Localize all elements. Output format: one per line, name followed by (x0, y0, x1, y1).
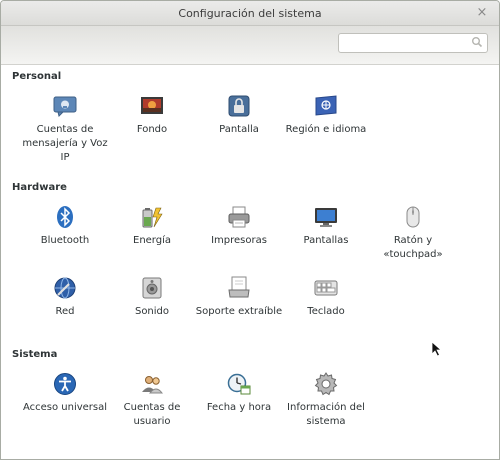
item-label: Pantallas (303, 235, 349, 246)
item-label: Información del sistema (287, 402, 365, 427)
removable-media-icon (228, 276, 250, 298)
search-box[interactable] (338, 33, 488, 53)
universal-access-icon (54, 373, 76, 395)
window-title: Configuración del sistema (178, 7, 322, 20)
item-label: Fecha y hora (206, 402, 272, 413)
item-bluetooth[interactable]: Bluetooth (20, 205, 110, 248)
keyboard-icon (314, 280, 338, 296)
item-label: Cuentas de mensajería y Voz IP (22, 124, 108, 163)
region-flag-icon (315, 95, 337, 116)
network-globe-icon (54, 277, 76, 299)
item-label: Cuentas de usuario (123, 402, 181, 427)
background-icon (141, 97, 163, 114)
item-date-time[interactable]: Fecha y hora (194, 372, 284, 415)
item-user-accounts[interactable]: Cuentas de usuario (107, 372, 197, 429)
item-mouse-touchpad[interactable]: Ratón y «touchpad» (368, 205, 458, 262)
item-printers[interactable]: Impresoras (194, 205, 284, 248)
item-label: Región e idioma (285, 124, 367, 135)
item-label: Energía (133, 235, 171, 246)
speaker-icon (142, 277, 162, 299)
item-displays[interactable]: Pantallas (281, 205, 371, 248)
close-icon[interactable]: × (471, 3, 493, 23)
item-background[interactable]: Fondo (107, 94, 197, 137)
toolbar (1, 26, 499, 65)
item-messaging-accounts[interactable]: Cuentas de mensajería y Voz IP (20, 94, 110, 165)
item-system-info[interactable]: Información del sistema (281, 372, 371, 429)
item-sound[interactable]: Sonido (107, 276, 197, 319)
gear-icon (314, 372, 338, 396)
settings-window: Configuración del sistema × Personal Cue… (0, 0, 500, 460)
item-label: Teclado (307, 306, 345, 317)
item-removable-media[interactable]: Soporte extraíble (194, 276, 284, 319)
item-label: Ratón y «touchpad» (383, 235, 443, 260)
item-label: Sonido (134, 306, 170, 317)
clock-icon (227, 373, 251, 395)
section-title-hardware: Hardware (12, 182, 67, 193)
title-bar[interactable]: Configuración del sistema × (1, 1, 499, 26)
printer-icon (228, 206, 250, 228)
item-label: Acceso universal (22, 402, 108, 413)
item-network[interactable]: Red (20, 276, 110, 319)
item-label: Bluetooth (40, 235, 90, 246)
item-label: Red (55, 306, 75, 317)
item-label: Pantalla (219, 124, 259, 135)
screen-lock-icon (228, 95, 250, 117)
item-universal-access[interactable]: Acceso universal (20, 372, 110, 415)
item-region-language[interactable]: Región e idioma (281, 94, 371, 137)
section-title-personal: Personal (12, 71, 62, 82)
monitor-icon (315, 208, 337, 227)
item-label: Soporte extraíble (195, 306, 283, 317)
item-power[interactable]: Energía (107, 205, 197, 248)
item-screen[interactable]: Pantalla (194, 94, 284, 137)
item-label: Impresoras (211, 235, 267, 246)
item-keyboard[interactable]: Teclado (281, 276, 371, 319)
user-accounts-icon (142, 376, 164, 394)
search-icon[interactable] (471, 36, 483, 48)
section-title-system: Sistema (12, 349, 58, 360)
bluetooth-icon (57, 206, 73, 228)
mouse-pointer-icon (431, 341, 443, 357)
mouse-icon (406, 206, 420, 228)
search-input[interactable] (339, 34, 473, 52)
item-label: Fondo (136, 124, 168, 135)
messaging-icon (53, 96, 77, 117)
battery-icon (142, 207, 163, 228)
